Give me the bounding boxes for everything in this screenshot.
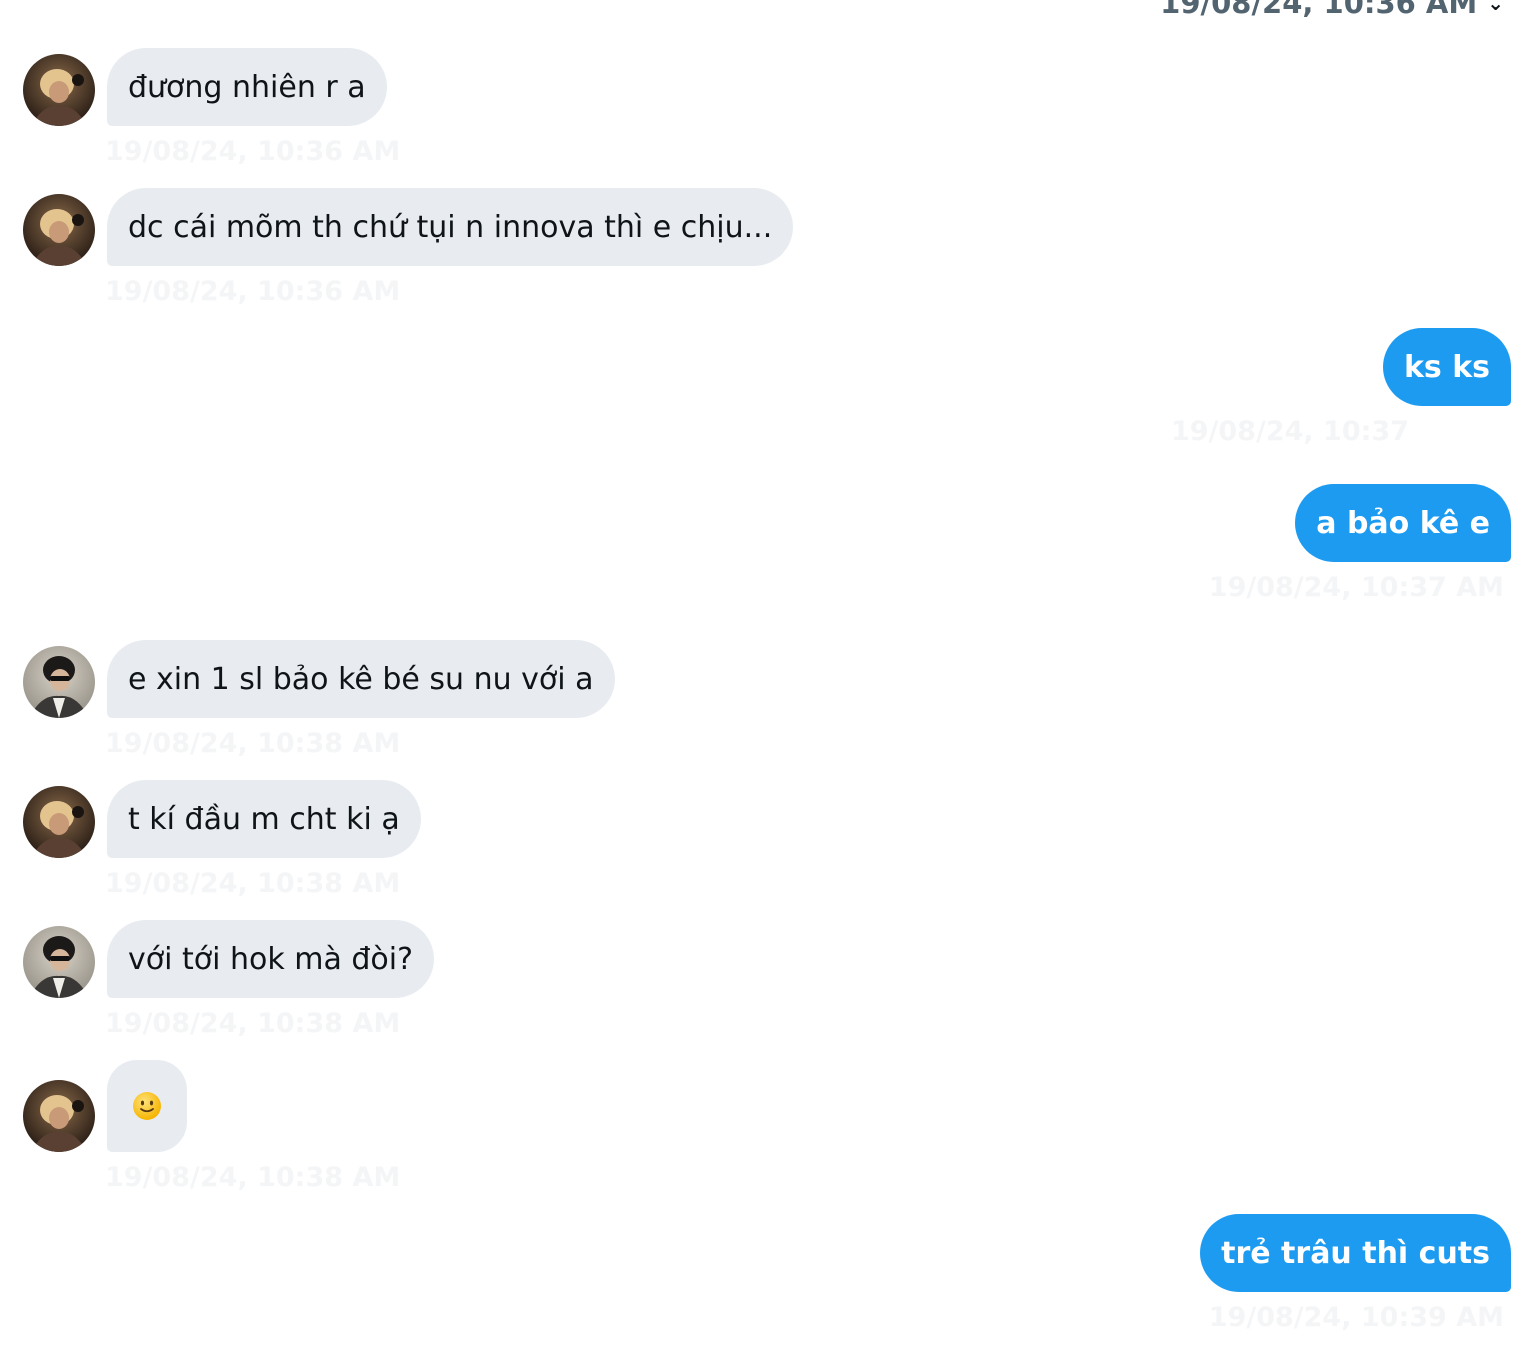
user-a-avatar[interactable] <box>23 1080 95 1152</box>
message-timestamp: 19/08/24, 10:38 AM <box>105 728 401 759</box>
message-bubble-outgoing[interactable]: trẻ trâu thì cuts <box>1200 1214 1511 1292</box>
message-text: dc cái mõm th chứ tụi n innova thì e chị… <box>128 209 773 245</box>
message-timestamp: 19/08/24, 10:37 <box>1170 416 1409 447</box>
message-timestamp: 19/08/24, 10:38 AM <box>105 1162 401 1193</box>
chevron-check-icon: ⌄ <box>1487 0 1504 15</box>
message-timestamp: 19/08/24, 10:37 AM <box>1208 572 1504 603</box>
message-timestamp: 19/08/24, 10:38 AM <box>105 868 401 899</box>
message-timestamp: 19/08/24, 10:36 AM <box>105 136 401 167</box>
message-bubble-incoming[interactable]: với tới hok mà đòi? <box>107 920 435 998</box>
user-b-avatar[interactable] <box>23 926 95 998</box>
message-bubble-incoming[interactable]: dc cái mõm th chứ tụi n innova thì e chị… <box>107 188 794 266</box>
message-timestamp: 19/08/24, 10:38 AM <box>105 1008 401 1039</box>
top-timestamp-text: 19/08/24, 10:36 AM <box>1160 0 1478 20</box>
message-timestamp: 19/08/24, 10:39 AM <box>1208 1302 1504 1333</box>
message-bubble-incoming[interactable]: t kí đầu m cht ki ạ <box>107 780 421 858</box>
message-bubble-outgoing[interactable]: ks ks <box>1382 328 1511 406</box>
message-bubble-outgoing[interactable]: a bảo kê e <box>1295 484 1511 562</box>
user-a-avatar[interactable] <box>23 786 95 858</box>
message-bubble-incoming[interactable]: đương nhiên r a <box>107 48 387 126</box>
message-bubble-incoming[interactable]: e xin 1 sl bảo kê bé su nu với a <box>107 640 615 718</box>
user-b-avatar[interactable] <box>23 646 95 718</box>
user-a-avatar[interactable] <box>23 54 95 126</box>
message-text: trẻ trâu thì cuts <box>1221 1235 1490 1271</box>
message-text: đương nhiên r a <box>128 69 366 105</box>
message-text: ks ks <box>1403 349 1490 385</box>
top-timestamp: 19/08/24, 10:36 AM ⌄ <box>1160 0 1504 20</box>
user-a-avatar[interactable] <box>23 194 95 266</box>
message-text: e xin 1 sl bảo kê bé su nu với a <box>128 661 594 697</box>
message-text: t kí đầu m cht ki ạ <box>128 801 400 837</box>
message-text: với tới hok mà đòi? <box>128 941 414 977</box>
message-bubble-incoming[interactable]: 🙂 <box>107 1060 187 1152</box>
message-text: a bảo kê e <box>1316 505 1490 541</box>
message-timestamp: 19/08/24, 10:36 AM <box>105 276 401 307</box>
